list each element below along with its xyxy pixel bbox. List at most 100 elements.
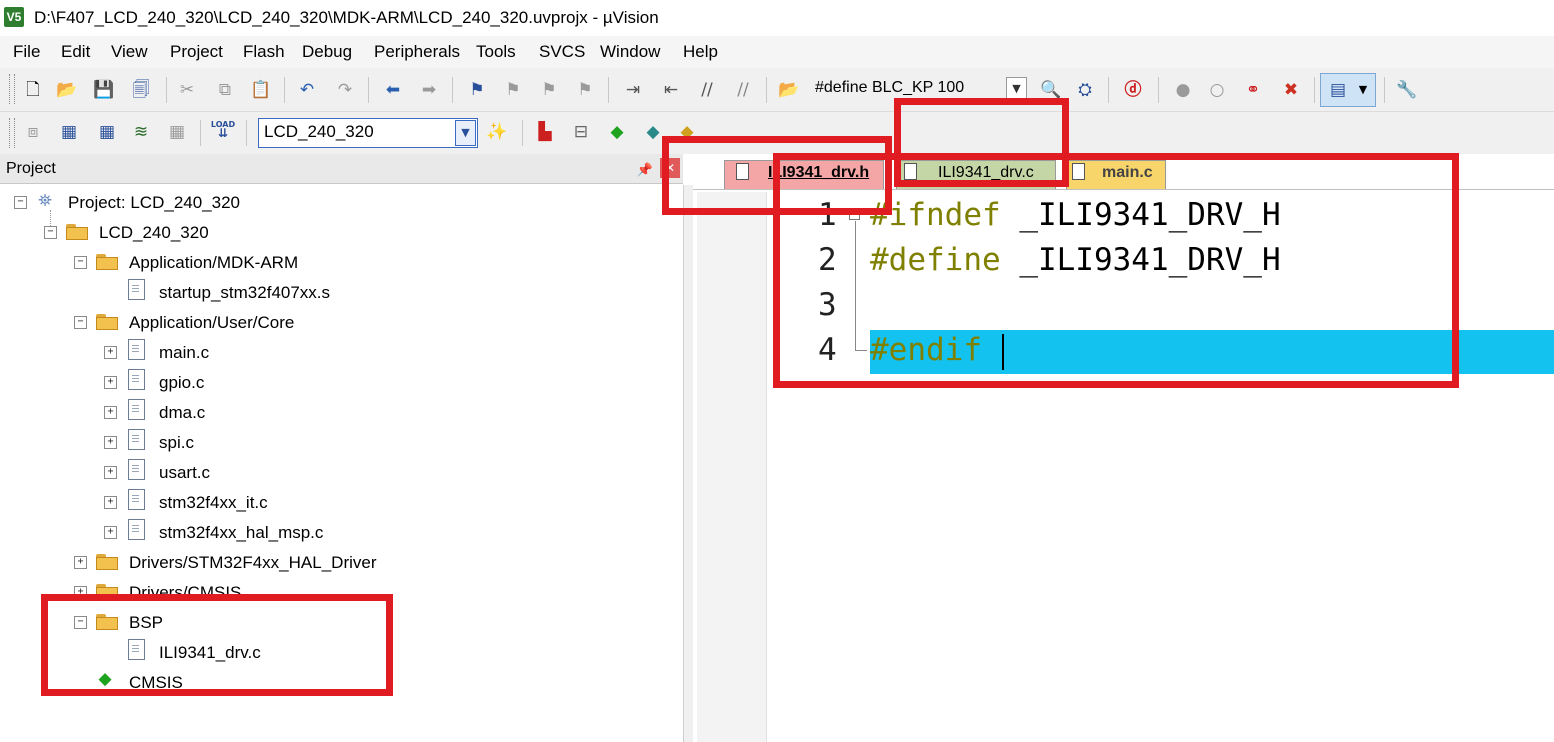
tree-item-file[interactable]: usart.c: [159, 463, 210, 483]
expand-icon[interactable]: +: [104, 526, 117, 539]
menu-svcs[interactable]: SVCS: [539, 42, 585, 62]
insert-bookmark-icon[interactable]: ⚑: [466, 79, 488, 101]
load-download-icon[interactable]: LOAD ⇊: [211, 118, 235, 140]
rebuild-icon[interactable]: ▦: [96, 121, 118, 143]
redo-icon[interactable]: ↷: [334, 79, 356, 101]
toolbar-separator: [284, 77, 285, 103]
file-icon: [128, 489, 145, 510]
toolbar-separator: [452, 77, 453, 103]
tree-item-file[interactable]: stm32f4xx_hal_msp.c: [159, 523, 323, 543]
stop-build-icon[interactable]: ▦: [166, 121, 188, 143]
folder-icon: [96, 314, 118, 330]
copy-icon[interactable]: ⧉: [214, 79, 236, 101]
kill-all-breakpoints-icon[interactable]: ✖: [1280, 79, 1302, 101]
manage-project-items-icon[interactable]: ▙: [534, 121, 556, 143]
collapse-icon[interactable]: −: [74, 256, 87, 269]
tree-item-group[interactable]: Application/MDK-ARM: [129, 253, 298, 273]
tree-item-group[interactable]: Application/User/Core: [129, 313, 294, 333]
expand-icon[interactable]: +: [104, 376, 117, 389]
menu-edit[interactable]: Edit: [61, 42, 90, 62]
annotation-box: [773, 153, 1459, 388]
project-panel-title: Project: [6, 160, 56, 177]
unindent-icon[interactable]: ⇤: [660, 79, 682, 101]
debug-session-icon[interactable]: ⓓ: [1122, 79, 1144, 101]
build-icon[interactable]: ▦: [58, 121, 80, 143]
save-all-icon[interactable]: 🗐: [130, 79, 152, 101]
tree-item-target[interactable]: LCD_240_320: [99, 223, 209, 243]
save-icon[interactable]: 💾: [93, 79, 115, 101]
expand-icon[interactable]: +: [104, 406, 117, 419]
wrench-icon[interactable]: 🔧: [1396, 79, 1418, 101]
toolbar-separator: [1158, 77, 1159, 103]
clear-bookmarks-icon[interactable]: ⚑: [574, 79, 596, 101]
file-icon: [128, 399, 145, 420]
folder-icon: [96, 554, 118, 570]
insert-breakpoint-icon[interactable]: ●: [1172, 79, 1194, 101]
vertical-splitter[interactable]: [683, 185, 693, 742]
find-in-files-icon[interactable]: 📂: [778, 79, 800, 101]
menu-peripherals[interactable]: Peripherals: [374, 42, 460, 62]
menu-debug[interactable]: Debug: [302, 42, 352, 62]
disable-all-breakpoints-icon[interactable]: ⚭: [1242, 79, 1264, 101]
navigate-forward-icon[interactable]: ➡: [418, 79, 440, 101]
toolbar-grip[interactable]: [9, 74, 15, 104]
find-combo-value[interactable]: #define BLC_KP 100: [815, 79, 964, 97]
target-select-value[interactable]: LCD_240_320: [264, 122, 374, 142]
navigate-back-icon[interactable]: ⬅: [382, 79, 404, 101]
next-bookmark-icon[interactable]: ⚑: [538, 79, 560, 101]
menu-file[interactable]: File: [13, 42, 40, 62]
select-software-packs-icon[interactable]: ◆: [642, 121, 664, 143]
expand-icon[interactable]: +: [104, 346, 117, 359]
tree-item-file[interactable]: dma.c: [159, 403, 205, 423]
undo-icon[interactable]: ↶: [296, 79, 318, 101]
menu-project[interactable]: Project: [170, 42, 223, 62]
expand-icon[interactable]: +: [104, 436, 117, 449]
collapse-icon[interactable]: −: [74, 316, 87, 329]
tree-item-project[interactable]: Project: LCD_240_320: [68, 193, 240, 213]
tree-item-group[interactable]: Drivers/STM32F4xx_HAL_Driver: [129, 553, 377, 573]
toolbar-separator: [1384, 77, 1385, 103]
file-icon: [128, 519, 145, 540]
translate-icon[interactable]: ⧈: [22, 121, 44, 143]
toolbar-separator: [368, 77, 369, 103]
tree-item-file[interactable]: startup_stm32f407xx.s: [159, 283, 330, 303]
menu-tools[interactable]: Tools: [476, 42, 516, 62]
manage-multi-project-icon[interactable]: ⊟: [570, 121, 592, 143]
toolbar-grip[interactable]: [9, 118, 15, 148]
enable-breakpoint-icon[interactable]: ○: [1206, 79, 1228, 101]
options-for-target-icon[interactable]: ✨: [486, 121, 508, 143]
manage-run-time-environment-icon[interactable]: ◆: [606, 121, 628, 143]
toolbar-separator: [1108, 77, 1109, 103]
menu-help[interactable]: Help: [683, 42, 718, 62]
tree-item-file[interactable]: stm32f4xx_it.c: [159, 493, 268, 513]
toolbar-separator: [246, 120, 247, 146]
collapse-icon[interactable]: −: [44, 226, 57, 239]
file-icon: [128, 369, 145, 390]
cut-icon[interactable]: ✂: [176, 79, 198, 101]
expand-icon[interactable]: +: [104, 466, 117, 479]
chevron-down-icon: ▼: [1358, 83, 1368, 96]
menu-flash[interactable]: Flash: [243, 42, 285, 62]
open-folder-icon[interactable]: 📂: [56, 79, 78, 101]
previous-bookmark-icon[interactable]: ⚑: [502, 79, 524, 101]
paste-icon[interactable]: 📋: [250, 79, 272, 101]
expand-icon[interactable]: +: [104, 496, 117, 509]
uncomment-icon[interactable]: //: [732, 79, 754, 101]
batch-build-icon[interactable]: ≋: [130, 121, 152, 143]
tree-item-file[interactable]: main.c: [159, 343, 209, 363]
incremental-find-icon[interactable]: ⛭: [1074, 79, 1096, 101]
expand-icon[interactable]: +: [74, 556, 87, 569]
toolbar-separator: [608, 77, 609, 103]
toolbar-separator: [1314, 77, 1315, 103]
tree-item-file[interactable]: gpio.c: [159, 373, 204, 393]
menu-view[interactable]: View: [111, 42, 148, 62]
tree-item-file[interactable]: spi.c: [159, 433, 194, 453]
menu-window[interactable]: Window: [600, 42, 660, 62]
indent-icon[interactable]: ⇥: [622, 79, 644, 101]
new-file-icon[interactable]: 🗋: [22, 79, 44, 101]
comment-icon[interactable]: //: [696, 79, 718, 101]
collapse-icon[interactable]: −: [14, 196, 27, 209]
file-icon: [128, 459, 145, 480]
chevron-down-icon[interactable]: ▼: [455, 120, 476, 146]
pin-icon[interactable]: 📌: [634, 160, 656, 182]
